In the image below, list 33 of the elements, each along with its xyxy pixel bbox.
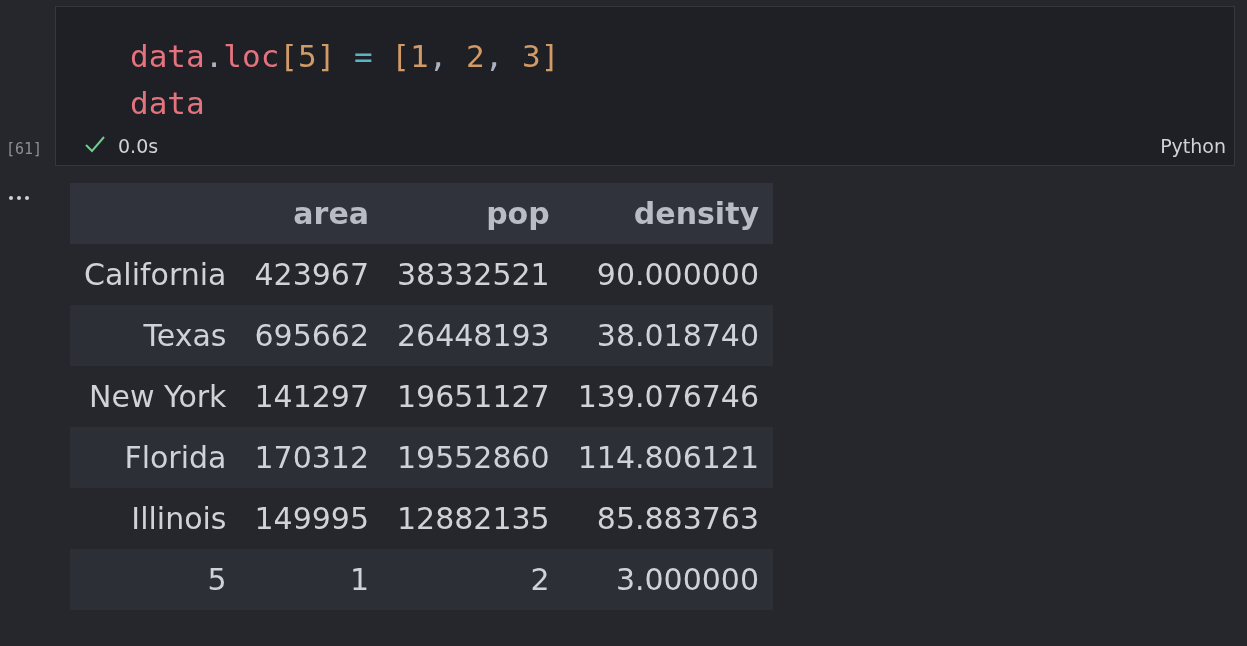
table-cell: 12882135: [383, 488, 564, 549]
code-line: data: [130, 84, 205, 123]
table-cell: 19552860: [383, 427, 564, 488]
table-cell: 695662: [240, 305, 383, 366]
table-cell: 114.806121: [563, 427, 774, 488]
column-header: pop: [383, 183, 564, 244]
row-index: Illinois: [70, 488, 241, 549]
execution-time: 0.0s: [118, 135, 159, 157]
row-index: 5: [70, 549, 241, 610]
table-cell: 85.883763: [563, 488, 774, 549]
table-cell: 3.000000: [563, 549, 774, 610]
row-index: California: [70, 244, 241, 305]
row-index: New York: [70, 366, 241, 427]
table-cell: 90.000000: [563, 244, 774, 305]
row-index: Texas: [70, 305, 241, 366]
code-line: data.loc[5] = [1, 2, 3]: [130, 37, 560, 76]
table-cell: 19651127: [383, 366, 564, 427]
table-cell: 26448193: [383, 305, 564, 366]
column-header: density: [563, 183, 774, 244]
table-cell: 1: [240, 549, 383, 610]
table-cell: 139.076746: [563, 366, 774, 427]
table-cell: 170312: [240, 427, 383, 488]
table-cell: 38332521: [383, 244, 564, 305]
table-cell: 2: [383, 549, 564, 610]
table-cell: 423967: [240, 244, 383, 305]
table-cell: 38.018740: [563, 305, 774, 366]
table-cell: 141297: [240, 366, 383, 427]
more-icon[interactable]: [8, 195, 30, 201]
execution-count: [61]: [6, 140, 43, 158]
row-index: Florida: [70, 427, 241, 488]
table-cell: 149995: [240, 488, 383, 549]
column-header: area: [240, 183, 383, 244]
language-label[interactable]: Python: [1160, 135, 1226, 157]
